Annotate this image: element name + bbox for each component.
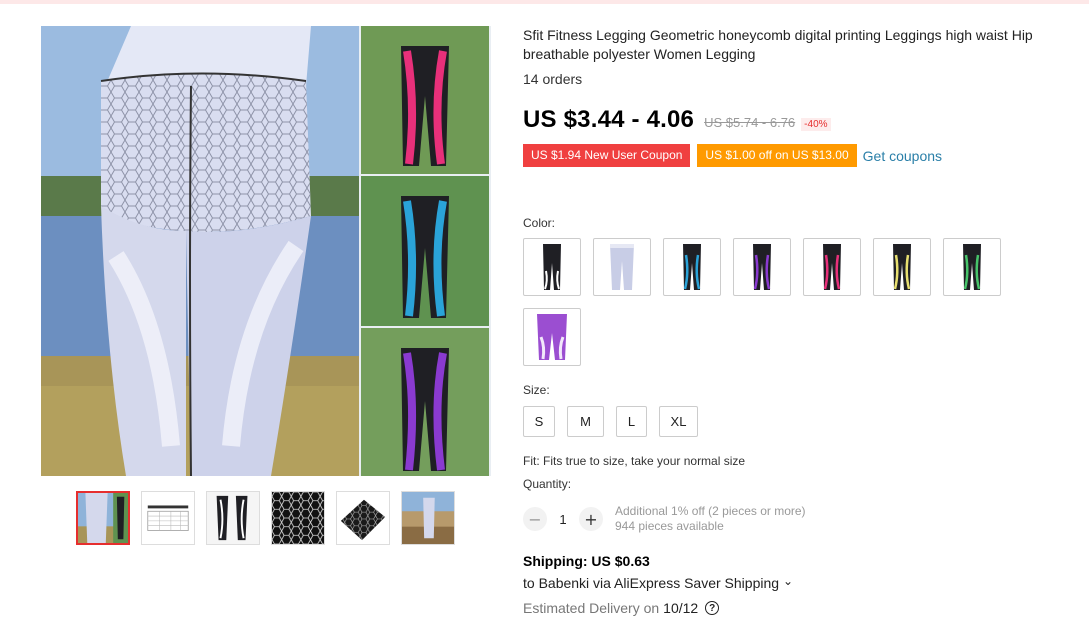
top-bar: [0, 0, 1089, 4]
size-label: Size:: [523, 383, 550, 397]
thumbnail-5[interactable]: [336, 491, 390, 545]
quantity-label: Quantity:: [523, 477, 572, 491]
size-option-m[interactable]: M: [567, 406, 604, 437]
estimated-delivery: Estimated Delivery on 10/12 ?: [523, 600, 720, 616]
thumbnail-2[interactable]: [141, 491, 195, 545]
thumbnail-4[interactable]: [271, 491, 325, 545]
size-option-l[interactable]: L: [616, 406, 647, 437]
fit-note: Fit: Fits true to size, take your normal…: [523, 454, 746, 468]
size-option-s[interactable]: S: [523, 406, 555, 437]
color-option-black-pink[interactable]: [803, 238, 861, 296]
additional-discount-note: Additional 1% off (2 pieces or more): [615, 504, 806, 518]
color-option-black-purple[interactable]: [733, 238, 791, 296]
stock-available: 944 pieces available: [615, 519, 724, 533]
thumbnail-1[interactable]: [76, 491, 130, 545]
color-label: Color:: [523, 216, 556, 230]
shipping-method-text: to Babenki via AliExpress Saver Shipping: [523, 575, 780, 591]
size-option-xl[interactable]: XL: [659, 406, 698, 437]
product-title: Sfit Fitness Legging Geometric honeycomb…: [523, 27, 1033, 62]
color-option-black-green[interactable]: [943, 238, 1001, 296]
color-option-black-blue[interactable]: [663, 238, 721, 296]
color-option-black-white[interactable]: [523, 238, 581, 296]
discount-badge: -40%: [801, 118, 831, 131]
quantity-info: Additional 1% off (2 pieces or more) 944…: [615, 504, 806, 534]
get-coupons-link[interactable]: Get coupons: [863, 148, 942, 164]
product-info: Sfit Fitness Legging Geometric honeycomb…: [523, 26, 1083, 616]
color-swatches: [523, 238, 1023, 366]
new-user-coupon[interactable]: US $1.94 New User Coupon: [523, 144, 691, 167]
shipping-destination[interactable]: to Babenki via AliExpress Saver Shipping…: [523, 574, 794, 591]
quantity-value[interactable]: 1: [547, 512, 579, 527]
color-option-black-yellow[interactable]: [873, 238, 931, 296]
coupon-row: US $1.94 New User Coupon US $1.00 off on…: [523, 144, 1083, 167]
quantity-increase-button[interactable]: +: [579, 507, 603, 531]
thumbnail-3[interactable]: [206, 491, 260, 545]
delivery-prefix: Estimated Delivery on: [523, 600, 660, 616]
delivery-date: 10/12: [663, 600, 699, 616]
thumbnail-strip: [76, 491, 455, 545]
question-circle-icon[interactable]: ?: [705, 601, 720, 615]
quantity-stepper: − 1 + Additional 1% off (2 pieces or mor…: [523, 504, 806, 534]
quantity-decrease-button[interactable]: −: [523, 507, 547, 531]
color-option-white-honeycomb[interactable]: [593, 238, 651, 296]
color-option-purple-white[interactable]: [523, 308, 581, 366]
original-price: US $5.74 - 6.76: [704, 115, 796, 130]
chevron-down-icon: ⌄: [783, 574, 794, 588]
price-row: US $3.44 - 4.06 US $5.74 - 6.76 -40%: [523, 106, 1083, 134]
thumbnail-6[interactable]: [401, 491, 455, 545]
shipping-cost: Shipping: US $0.63: [523, 553, 650, 569]
main-product-image[interactable]: [41, 26, 491, 476]
size-options: S M L XL: [523, 406, 698, 437]
current-price: US $3.44 - 4.06: [523, 106, 695, 133]
order-count: 14 orders: [523, 71, 583, 87]
store-coupon[interactable]: US $1.00 off on US $13.00: [697, 144, 857, 167]
